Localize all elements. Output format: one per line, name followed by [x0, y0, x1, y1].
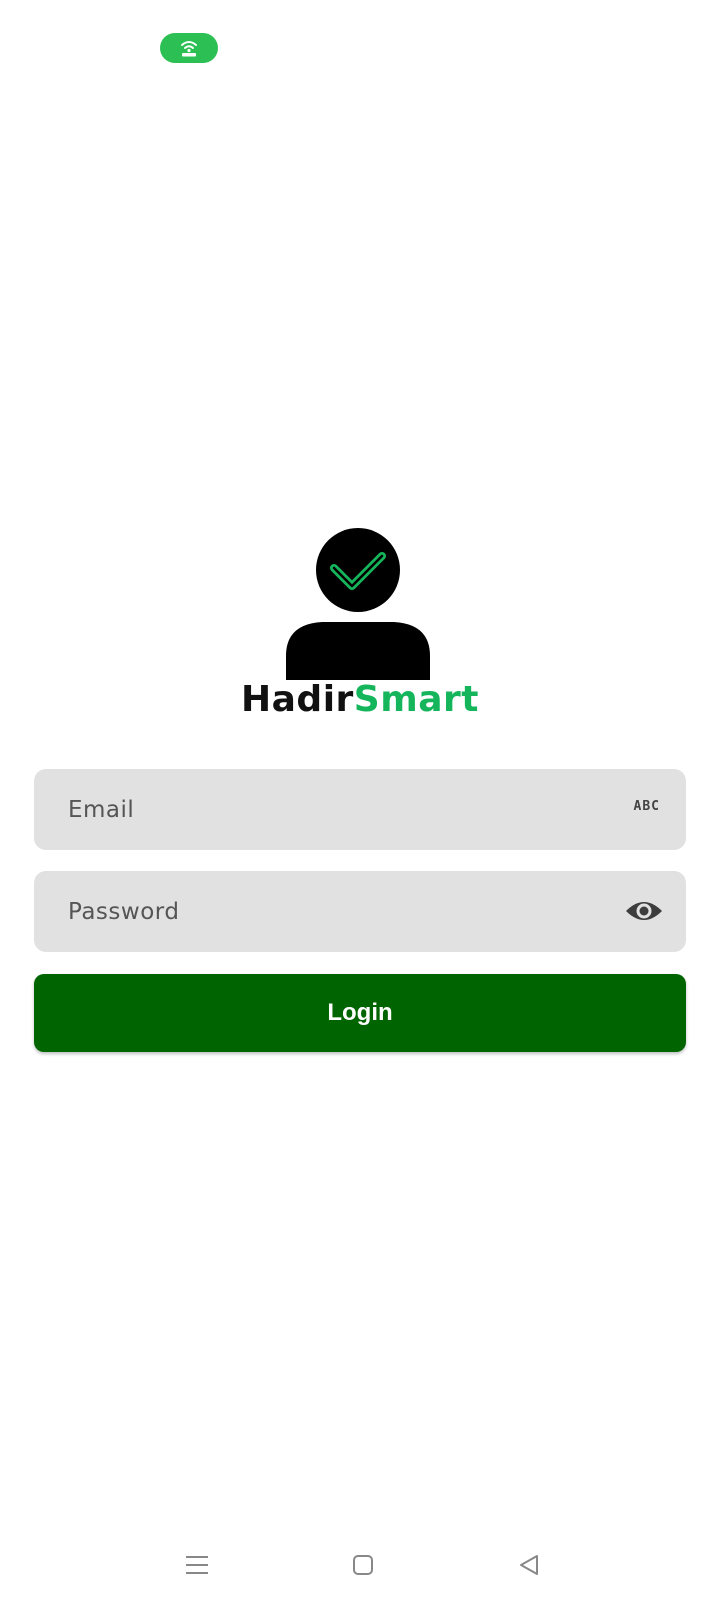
back-triangle-icon — [520, 1555, 538, 1575]
brand-name: HadirSmart — [0, 678, 720, 722]
email-field-container: ABC — [34, 769, 686, 850]
nav-home-button[interactable] — [338, 1540, 388, 1590]
email-field[interactable] — [34, 769, 686, 850]
menu-icon — [186, 1556, 208, 1574]
password-field-container — [34, 871, 686, 952]
user-check-logo-icon — [286, 528, 430, 680]
brand-name-part-2: Smart — [353, 679, 479, 720]
brand-name-part-1: Hadir — [241, 679, 354, 720]
nav-back-button[interactable] — [504, 1540, 554, 1590]
hotspot-icon — [181, 41, 197, 57]
password-field[interactable] — [34, 871, 686, 952]
app-logo: HadirSmart — [0, 528, 720, 728]
eye-icon[interactable] — [624, 895, 664, 927]
home-square-icon — [353, 1555, 373, 1575]
system-nav-bar — [0, 1540, 720, 1590]
hotspot-status-pill — [160, 33, 218, 63]
login-button[interactable]: Login — [34, 974, 686, 1052]
nav-menu-button[interactable] — [172, 1540, 222, 1590]
abc-keyboard-icon: ABC — [633, 799, 660, 814]
